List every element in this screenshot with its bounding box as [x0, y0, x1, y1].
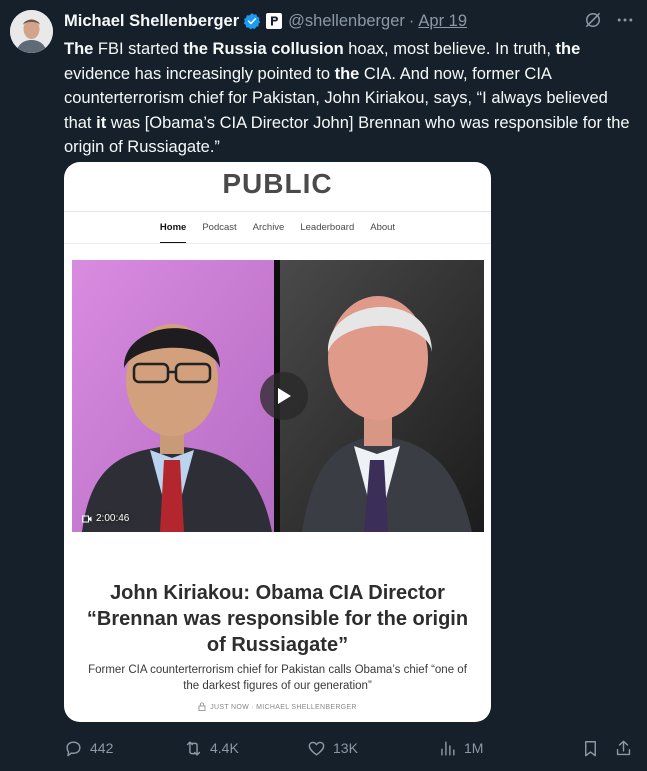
tweet-text-segment: FBI started — [93, 40, 184, 58]
views-count: 1M — [464, 740, 484, 756]
author-name[interactable]: Michael Shellenberger — [64, 12, 239, 31]
more-icon[interactable] — [615, 10, 635, 35]
tweet-text-segment: it — [96, 113, 107, 132]
tweet-text: The FBI started the Russia collusion hoa… — [64, 37, 634, 160]
repost-icon — [184, 739, 203, 758]
verified-badge-icon — [243, 12, 261, 30]
bookmark-icon[interactable] — [581, 739, 600, 758]
views-icon — [438, 739, 457, 758]
tweet: Michael Shellenberger @shellenberger · A… — [0, 0, 647, 771]
tweet-action-bar: 442 4.4K 13K 1M — [64, 737, 633, 759]
tweet-text-segment: the — [555, 40, 581, 58]
author-handle[interactable]: @shellenberger — [288, 12, 405, 31]
play-button[interactable] — [260, 372, 308, 420]
card-logo: PUBLIC — [64, 162, 491, 212]
repost-button[interactable]: 4.4K — [184, 739, 307, 758]
avatar[interactable] — [10, 10, 53, 53]
like-button[interactable]: 13K — [307, 739, 438, 758]
article-byline: JUST NOW · MICHAEL SHELLENBERGER — [64, 702, 491, 713]
byline-text: JUST NOW · MICHAEL SHELLENBERGER — [210, 704, 357, 711]
video-thumbnail[interactable]: 2:00:46 — [72, 260, 484, 532]
card-nav: Home Podcast Archive Leaderboard About — [64, 219, 491, 244]
repost-count: 4.4K — [210, 740, 239, 756]
video-camera-icon — [82, 515, 92, 523]
tweet-header: Michael Shellenberger @shellenberger · A… — [64, 10, 467, 32]
grok-icon[interactable] — [583, 10, 603, 35]
tweet-text-segment: The — [64, 40, 94, 58]
tweet-text-segment: evidence has increasingly pointed to — [64, 64, 335, 83]
video-duration-text: 2:00:46 — [96, 513, 130, 524]
card-nav-about: About — [370, 222, 396, 233]
card-nav-archive: Archive — [252, 222, 285, 233]
share-icon[interactable] — [614, 739, 633, 758]
lock-icon — [198, 702, 206, 713]
like-icon — [307, 739, 326, 758]
tweet-text-segment: hoax, most believe. In truth, — [343, 40, 556, 58]
tweet-text-segment: the — [334, 64, 360, 83]
tweet-text-segment: was [Obama’s CIA Director John] Brennan … — [64, 113, 630, 157]
end-actions — [581, 739, 633, 758]
affiliate-badge-icon[interactable] — [266, 13, 283, 29]
reply-count: 442 — [90, 740, 114, 756]
tweet-date[interactable]: Apr 19 — [418, 12, 467, 31]
card-nav-podcast: Podcast — [202, 222, 237, 233]
like-count: 13K — [333, 740, 358, 756]
tweet-text-segment: the Russia collusion — [183, 40, 344, 58]
play-icon — [276, 387, 292, 405]
reply-icon — [64, 739, 83, 758]
card-nav-home: Home — [159, 219, 187, 243]
views-button[interactable]: 1M — [438, 739, 570, 758]
article-subhead: Former CIA counterterrorism chief for Pa… — [88, 664, 467, 692]
video-duration: 2:00:46 — [82, 513, 129, 524]
separator-dot: · — [408, 11, 415, 30]
article-headline: John Kiriakou: Obama CIA Director “Brenn… — [86, 582, 469, 656]
tweet-top-actions — [583, 10, 635, 35]
link-card[interactable]: PUBLIC Home Podcast Archive Leaderboard … — [64, 162, 491, 722]
reply-button[interactable]: 442 — [64, 739, 184, 758]
card-nav-leaderboard: Leaderboard — [300, 222, 355, 233]
